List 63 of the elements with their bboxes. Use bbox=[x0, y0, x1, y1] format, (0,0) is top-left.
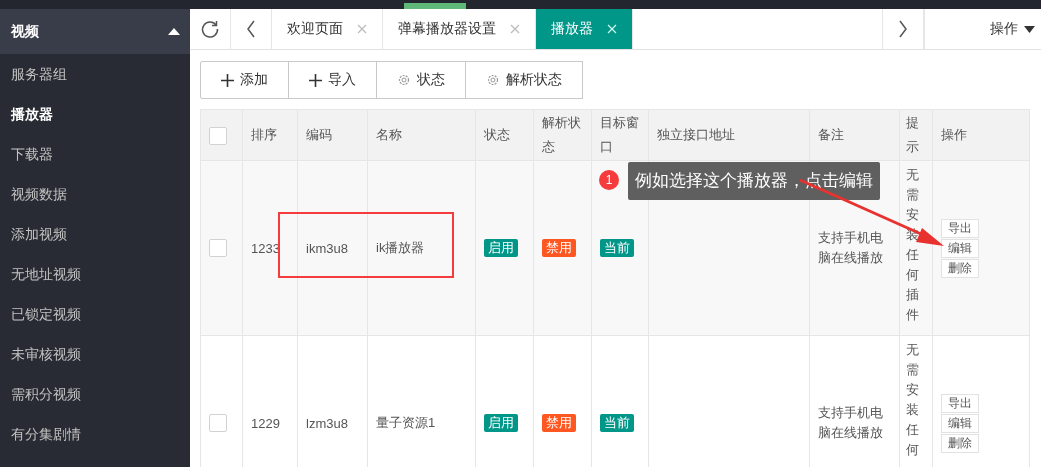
close-icon[interactable] bbox=[357, 24, 367, 34]
sidebar-item[interactable]: 添加视频 bbox=[0, 214, 190, 254]
active-indicator bbox=[404, 3, 466, 9]
column-header: 独立接口地址 bbox=[657, 127, 735, 142]
sidebar-item[interactable]: 播放器 bbox=[0, 94, 190, 134]
column-header: 提示 bbox=[906, 115, 919, 154]
plus-icon bbox=[309, 73, 322, 87]
toolbar-button[interactable]: 导入 bbox=[288, 61, 377, 99]
caret-icon bbox=[1024, 25, 1035, 33]
gear-icon bbox=[397, 73, 411, 87]
close-icon[interactable] bbox=[510, 24, 520, 34]
column-header: 状态 bbox=[484, 127, 510, 142]
column-header: 解析状态 bbox=[542, 115, 581, 154]
action-button[interactable]: 编辑 bbox=[941, 238, 979, 258]
status-tag: 当前 bbox=[600, 239, 634, 257]
plus-icon bbox=[221, 73, 234, 87]
table-cell: ikm3u8 bbox=[306, 240, 348, 256]
column-header: 目标窗口 bbox=[600, 115, 639, 154]
status-tag: 启用 bbox=[484, 239, 518, 257]
sidebar-item[interactable]: 需积分视频 bbox=[0, 374, 190, 414]
sidebar-item[interactable]: 下载器 bbox=[0, 134, 190, 174]
toolbar-button[interactable]: 添加 bbox=[200, 61, 289, 99]
sidebar-item[interactable]: 有分集剧情 bbox=[0, 414, 190, 454]
action-button[interactable]: 删除 bbox=[941, 258, 979, 278]
column-header: 编码 bbox=[306, 127, 332, 142]
column-header: 排序 bbox=[251, 127, 277, 142]
status-tag: 当前 bbox=[600, 414, 634, 432]
checkbox[interactable] bbox=[209, 126, 227, 145]
table-cell-text: 支持手机电脑在线播放 bbox=[818, 404, 884, 442]
refresh-icon bbox=[200, 19, 220, 39]
action-button[interactable]: 删除 bbox=[941, 433, 979, 453]
tab[interactable]: 播放器 bbox=[536, 9, 633, 49]
toolbar-button[interactable]: 解析状态 bbox=[465, 61, 583, 99]
table-cell: lzm3u8 bbox=[306, 415, 348, 431]
column-header: 名称 bbox=[376, 127, 402, 142]
column-header: 操作 bbox=[941, 127, 967, 142]
sidebar-item[interactable]: 已锁定视频 bbox=[0, 294, 190, 334]
checkbox[interactable] bbox=[209, 414, 227, 432]
checkbox[interactable] bbox=[209, 239, 227, 257]
status-tag: 禁用 bbox=[542, 414, 576, 432]
table-cell: 量子资源1 bbox=[376, 415, 436, 430]
sidebar-item[interactable]: 视频数据 bbox=[0, 174, 190, 214]
action-button[interactable]: 导出 bbox=[941, 218, 979, 238]
tab[interactable]: 欢迎页面 bbox=[272, 9, 383, 49]
gear-icon bbox=[486, 73, 500, 87]
status-tag: 启用 bbox=[484, 414, 518, 432]
sidebar-section[interactable]: 视频 bbox=[0, 9, 190, 54]
table-cell: ik播放器 bbox=[376, 240, 425, 255]
column-header: 备注 bbox=[818, 127, 844, 142]
toolbar-button[interactable]: 状态 bbox=[376, 61, 466, 99]
sidebar-item[interactable]: 未审核视频 bbox=[0, 334, 190, 374]
table-cell-text: 支持手机电脑在线播放 bbox=[818, 229, 884, 267]
sidebar-item[interactable]: 无地址视频 bbox=[0, 254, 190, 294]
table-cell: 1229 bbox=[251, 415, 280, 431]
action-button[interactable]: 编辑 bbox=[941, 413, 979, 433]
chevron-left-icon bbox=[246, 20, 256, 38]
operations-menu[interactable]: 操作 bbox=[924, 9, 1041, 49]
caret-icon bbox=[168, 28, 180, 35]
action-button[interactable]: 导出 bbox=[941, 393, 979, 413]
chevron-right-icon bbox=[898, 20, 908, 38]
sidebar-item[interactable]: 服务器组 bbox=[0, 54, 190, 94]
status-tag: 禁用 bbox=[542, 239, 576, 257]
table-cell-text: 无需安装任何 bbox=[906, 341, 919, 459]
